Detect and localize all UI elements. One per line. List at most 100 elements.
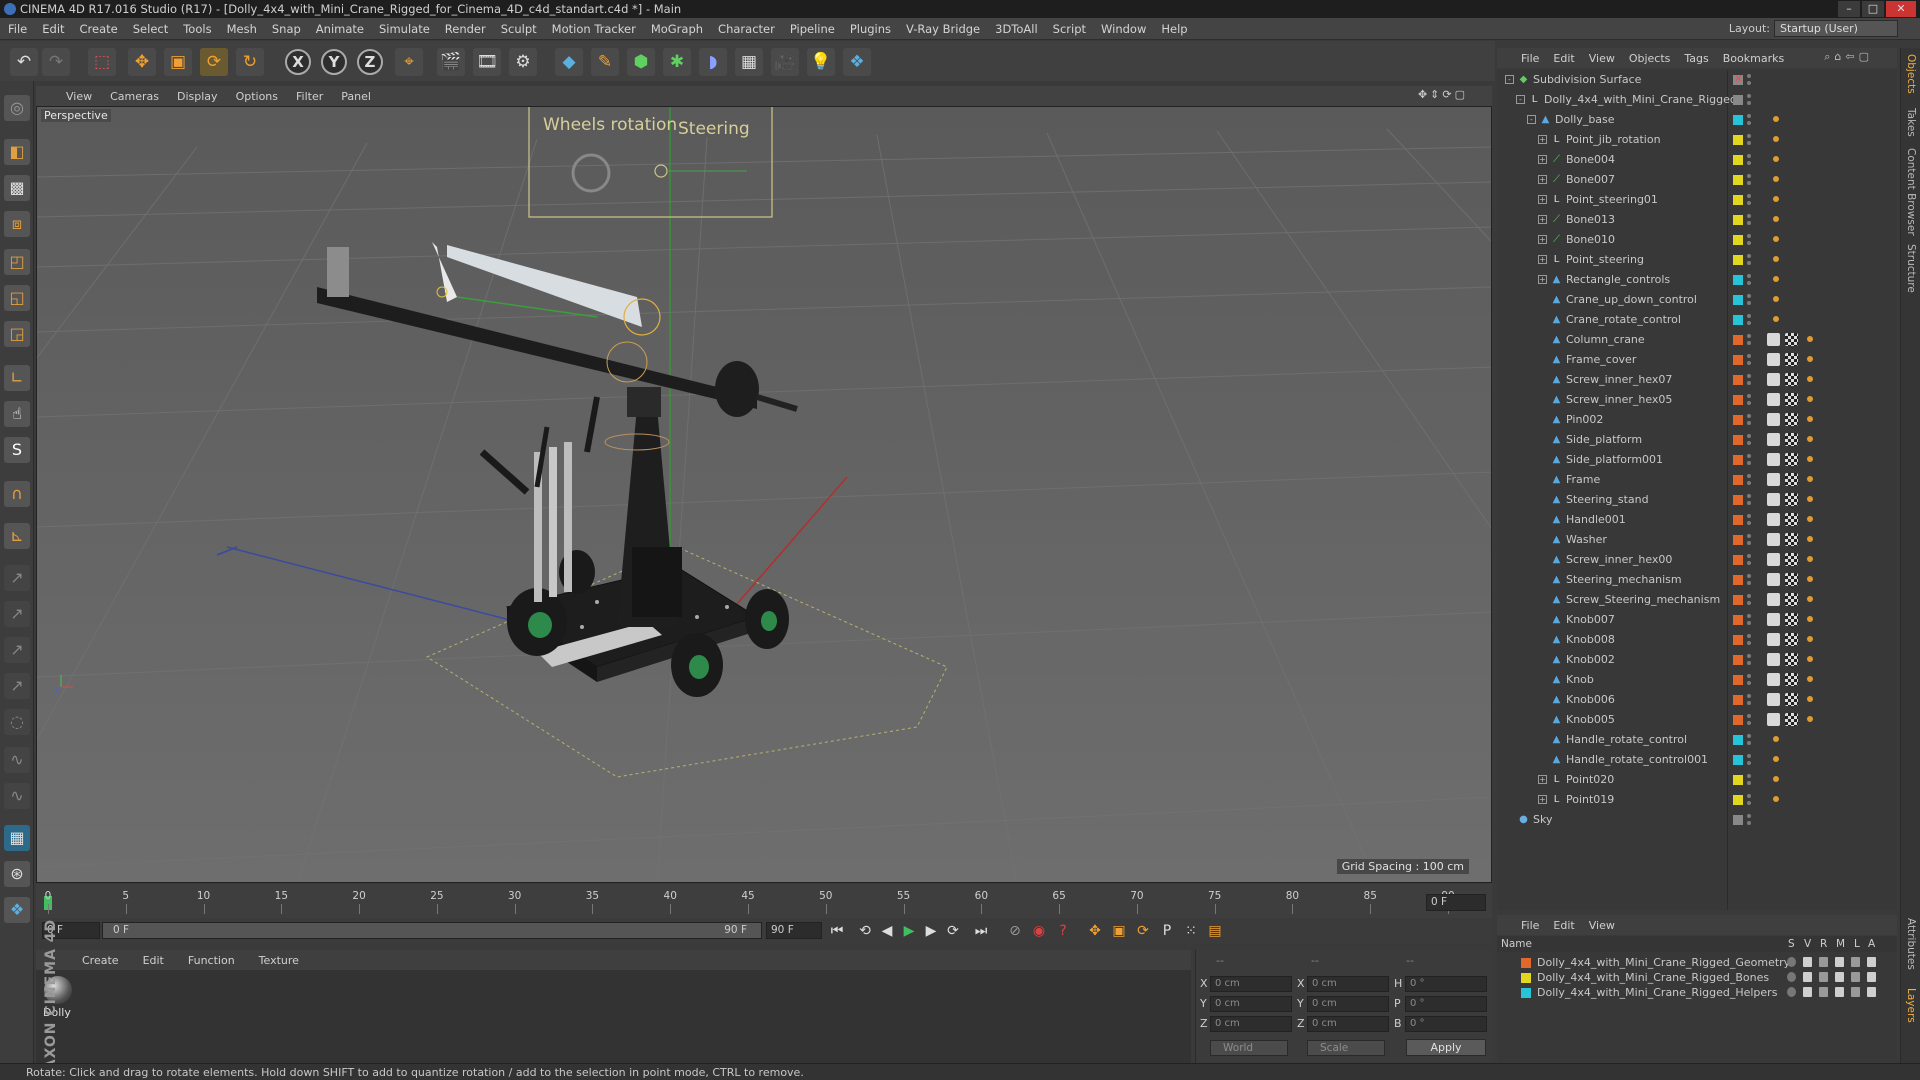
phong-tag-icon[interactable] xyxy=(1767,533,1780,546)
editor-visibility-dot[interactable] xyxy=(1747,334,1751,338)
render-visibility-dot[interactable] xyxy=(1747,681,1751,685)
render-visibility-dot[interactable] xyxy=(1747,521,1751,525)
phong-tag-icon[interactable] xyxy=(1767,653,1780,666)
object-row[interactable]: + ▲ Rectangle_controls xyxy=(1497,270,1897,290)
phong-tag-icon[interactable] xyxy=(1767,673,1780,686)
constraint-tag-icon[interactable] xyxy=(1773,176,1779,182)
render-visibility-dot[interactable] xyxy=(1747,641,1751,645)
y-axis-lock-button[interactable]: Y xyxy=(321,49,347,75)
scale-icon[interactable]: ▣ xyxy=(164,48,192,76)
selection-tag-icon[interactable] xyxy=(1807,476,1813,482)
record-keys-icon[interactable]: ⊘ xyxy=(1004,921,1026,941)
viewport-menu-options[interactable]: Options xyxy=(236,90,278,103)
workplane-icon[interactable]: ⊾ xyxy=(4,523,30,549)
editor-visibility-dot[interactable] xyxy=(1747,134,1751,138)
enable-toggle-icon[interactable] xyxy=(1733,94,1744,105)
timeline-right-frame-field[interactable]: 0 F xyxy=(1426,894,1486,911)
selection-tag-icon[interactable] xyxy=(1807,656,1813,662)
object-row[interactable]: ▲ Crane_rotate_control xyxy=(1497,310,1897,330)
selection-tag-icon[interactable] xyxy=(1807,336,1813,342)
texture-tag-icon[interactable] xyxy=(1785,373,1798,386)
object-row[interactable]: ▲ Handle_rotate_control001 xyxy=(1497,750,1897,770)
workplane-mode-icon[interactable]: ⧈ xyxy=(4,211,30,237)
phong-tag-icon[interactable] xyxy=(1767,493,1780,506)
subdivision-generator-icon[interactable]: ⬢ xyxy=(627,48,655,76)
layer-solo-icon[interactable] xyxy=(1787,972,1796,982)
timeline-ruler[interactable]: 051015202530354045505560657075808590 xyxy=(36,884,1492,918)
play-icon[interactable]: ▶ xyxy=(898,921,920,941)
selection-tag-icon[interactable] xyxy=(1807,516,1813,522)
layer-color-swatch[interactable] xyxy=(1733,195,1743,205)
editor-visibility-dot[interactable] xyxy=(1747,214,1751,218)
layer-color-swatch[interactable] xyxy=(1733,735,1743,745)
object-row[interactable]: ▲ Frame_cover xyxy=(1497,350,1897,370)
layer-row[interactable]: Dolly_4x4_with_Mini_Crane_Rigged_Bones xyxy=(1497,970,1897,985)
layers-menu-view[interactable]: View xyxy=(1589,919,1615,932)
object-row[interactable]: ▲ Washer xyxy=(1497,530,1897,550)
go-to-end-icon[interactable]: ⏭ xyxy=(970,921,992,941)
layer-render-icon[interactable] xyxy=(1819,957,1828,967)
tab-takes[interactable]: Takes xyxy=(1905,108,1917,137)
viewport-menu-display[interactable]: Display xyxy=(177,90,218,103)
editor-visibility-dot[interactable] xyxy=(1747,154,1751,158)
render-visibility-dot[interactable] xyxy=(1747,561,1751,565)
object-row[interactable]: ▲ Screw_Steering_mechanism xyxy=(1497,590,1897,610)
layer-lock-icon[interactable] xyxy=(1851,972,1860,982)
object-row[interactable]: ▲ Knob007 xyxy=(1497,610,1897,630)
render-visibility-dot[interactable] xyxy=(1747,461,1751,465)
layer-visible-icon[interactable] xyxy=(1803,972,1812,982)
expand-toggle-icon[interactable]: + xyxy=(1538,775,1547,784)
close-button[interactable]: ✕ xyxy=(1886,1,1916,17)
constraint-tag-icon[interactable] xyxy=(1773,116,1779,122)
render-visibility-dot[interactable] xyxy=(1747,341,1751,345)
key-pla-icon[interactable]: ⁙ xyxy=(1180,921,1202,941)
apply-button[interactable]: Apply xyxy=(1406,1039,1486,1056)
layer-color-swatch[interactable] xyxy=(1733,695,1743,705)
python-icon[interactable]: ❖ xyxy=(843,48,871,76)
layer-color-swatch[interactable] xyxy=(1733,655,1743,665)
move-icon[interactable]: ✥ xyxy=(128,48,156,76)
render-visibility-dot[interactable] xyxy=(1747,81,1751,85)
phong-tag-icon[interactable] xyxy=(1767,433,1780,446)
timeline-layout-icon[interactable]: ▤ xyxy=(1204,921,1226,941)
layer-lock-icon[interactable] xyxy=(1851,957,1860,967)
editor-visibility-dot[interactable] xyxy=(1747,594,1751,598)
selection-tag-icon[interactable] xyxy=(1807,676,1813,682)
magnet-icon[interactable]: ∩ xyxy=(4,481,30,507)
phong-tag-icon[interactable] xyxy=(1767,553,1780,566)
layer-color-swatch[interactable] xyxy=(1733,575,1743,585)
next-key-icon[interactable]: ⟳ xyxy=(942,921,964,941)
menu-edit[interactable]: Edit xyxy=(42,22,64,36)
layer-visible-icon[interactable] xyxy=(1803,987,1812,997)
expand-toggle-icon[interactable]: + xyxy=(1538,795,1547,804)
object-row[interactable]: + L Point_jib_rotation xyxy=(1497,130,1897,150)
constraint-tag-icon[interactable] xyxy=(1773,276,1779,282)
z-axis-lock-button[interactable]: Z xyxy=(357,49,383,75)
expand-toggle-icon[interactable]: + xyxy=(1538,135,1547,144)
editor-visibility-dot[interactable] xyxy=(1747,534,1751,538)
render-visibility-dot[interactable] xyxy=(1747,541,1751,545)
editor-visibility-dot[interactable] xyxy=(1747,374,1751,378)
selection-tag-icon[interactable] xyxy=(1807,716,1813,722)
size-y-field[interactable]: 0 cm xyxy=(1307,996,1389,1012)
enable-toggle-icon[interactable]: ✕ xyxy=(1733,74,1744,85)
phong-tag-icon[interactable] xyxy=(1767,633,1780,646)
size-x-field[interactable]: 0 cm xyxy=(1307,976,1389,992)
layer-color-swatch[interactable] xyxy=(1733,615,1743,625)
constraint-tag-icon[interactable] xyxy=(1773,316,1779,322)
editor-visibility-dot[interactable] xyxy=(1747,694,1751,698)
undo-icon[interactable]: ↶ xyxy=(10,48,38,76)
object-row[interactable]: - ◆ Subdivision Surface ✕ xyxy=(1497,70,1897,90)
size-z-field[interactable]: 0 cm xyxy=(1307,1016,1389,1032)
render-visibility-dot[interactable] xyxy=(1747,781,1751,785)
viewport-menu-filter[interactable]: Filter xyxy=(296,90,323,103)
render-visibility-dot[interactable] xyxy=(1747,441,1751,445)
objects-menu-file[interactable]: File xyxy=(1521,52,1539,65)
layer-color-swatch[interactable] xyxy=(1733,435,1743,445)
collapse-toggle-icon[interactable]: - xyxy=(1505,75,1514,84)
object-row[interactable]: + L Point020 xyxy=(1497,770,1897,790)
editor-visibility-dot[interactable] xyxy=(1747,254,1751,258)
object-row[interactable]: ▲ Pin002 xyxy=(1497,410,1897,430)
menu-select[interactable]: Select xyxy=(133,22,168,36)
object-row[interactable]: + ⟋ Bone013 xyxy=(1497,210,1897,230)
